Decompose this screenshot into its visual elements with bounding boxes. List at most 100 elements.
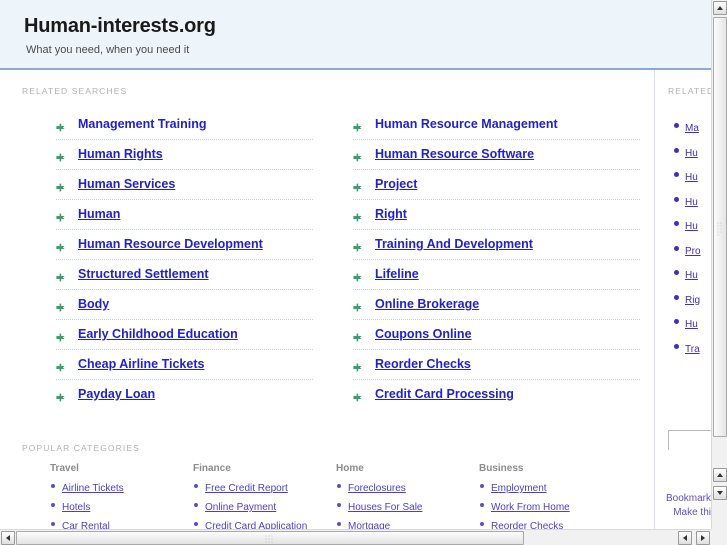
sidebar-list-item[interactable]: Hu (674, 143, 711, 168)
sidebar-list-item[interactable]: Ma (674, 118, 711, 143)
related-search-link[interactable]: Online Brokerage (375, 297, 479, 311)
list-item[interactable]: Free Credit Report (193, 480, 336, 495)
related-search-link[interactable]: Management Training (78, 117, 207, 131)
sidebar-link[interactable]: Pro (685, 246, 701, 257)
popular-category-link[interactable]: Foreclosures (348, 483, 406, 494)
related-search-link[interactable]: Body (78, 297, 109, 311)
related-search-item[interactable]: Structured Settlement (56, 260, 313, 290)
list-item[interactable]: Employment (479, 480, 622, 495)
sidebar-link[interactable]: Hu (685, 172, 698, 183)
related-search-item[interactable]: Human Services (56, 170, 313, 200)
green-arrow-bullet-icon (56, 239, 65, 252)
scrollbar-up-button-2[interactable] (713, 468, 727, 482)
related-search-link[interactable]: Human Resource Development (78, 237, 263, 251)
horizontal-scrollbar[interactable] (0, 529, 727, 545)
related-search-link[interactable]: Early Childhood Education (78, 327, 238, 341)
scrollbar-left-button-2[interactable] (678, 531, 692, 545)
sidebar-link[interactable]: Ma (685, 123, 699, 134)
popular-category-link[interactable]: Mortgage (348, 521, 390, 529)
related-search-item[interactable]: Lifeline (353, 260, 640, 290)
related-search-link[interactable]: Human Rights (78, 147, 163, 161)
sidebar-list-item[interactable]: Rig (674, 290, 711, 315)
related-search-link[interactable]: Coupons Online (375, 327, 472, 341)
related-search-item[interactable]: Human Rights (56, 140, 313, 170)
related-search-link[interactable]: Project (375, 177, 417, 191)
related-search-link[interactable]: Human (78, 207, 120, 221)
related-search-link[interactable]: Human Resource Management (375, 117, 558, 131)
popular-category-link[interactable]: Hotels (62, 502, 90, 513)
list-item[interactable]: Foreclosures (336, 480, 479, 495)
related-search-item[interactable]: Project (353, 170, 640, 200)
related-search-item[interactable]: Training And Development (353, 230, 640, 260)
list-item[interactable]: Car Rental (50, 518, 193, 529)
list-item[interactable]: Houses For Sale (336, 499, 479, 514)
popular-category-link[interactable]: Online Payment (205, 502, 276, 513)
related-search-link[interactable]: Right (375, 207, 407, 221)
list-item[interactable]: Credit Card Application (193, 518, 336, 529)
list-item[interactable]: Mortgage (336, 518, 479, 529)
related-search-item[interactable]: Human (56, 200, 313, 230)
related-search-link[interactable]: Human Resource Software (375, 147, 534, 161)
sidebar-link[interactable]: Hu (685, 197, 698, 208)
related-search-item[interactable]: Early Childhood Education (56, 320, 313, 350)
sidebar-list-item[interactable]: Hu (674, 265, 711, 290)
sidebar-link[interactable]: Rig (685, 295, 700, 306)
related-search-item[interactable]: Human Resource Software (353, 140, 640, 170)
sidebar-link[interactable]: Hu (685, 221, 698, 232)
related-search-item[interactable]: Payday Loan (56, 380, 313, 409)
sidebar-list-item[interactable]: Hu (674, 216, 711, 241)
list-item[interactable]: Online Payment (193, 499, 336, 514)
sidebar-list-item[interactable]: Hu (674, 192, 711, 217)
bookmark-link[interactable]: Bookmark (666, 492, 711, 506)
popular-category-link[interactable]: Work From Home (491, 502, 570, 513)
related-search-item[interactable]: Human Resource Development (56, 230, 313, 260)
related-search-item[interactable]: Human Resource Management (353, 110, 640, 140)
list-item[interactable]: Airline Tickets (50, 480, 193, 495)
related-search-link[interactable]: Human Services (78, 177, 175, 191)
related-search-item[interactable]: Body (56, 290, 313, 320)
sidebar-link[interactable]: Hu (685, 319, 698, 330)
vertical-scrollbar-thumb[interactable] (713, 17, 727, 437)
related-search-link[interactable]: Cheap Airline Tickets (78, 357, 204, 371)
scrollbar-up-button[interactable] (713, 1, 727, 15)
related-search-item[interactable]: Credit Card Processing (353, 380, 640, 409)
sidebar-list-item[interactable]: Hu (674, 314, 711, 339)
popular-category-link[interactable]: Houses For Sale (348, 502, 422, 513)
related-search-link[interactable]: Structured Settlement (78, 267, 209, 281)
sidebar-link[interactable]: Hu (685, 270, 698, 281)
vertical-scrollbar[interactable] (711, 0, 727, 529)
related-search-link[interactable]: Payday Loan (78, 387, 155, 401)
scrollbar-down-button[interactable] (713, 486, 727, 500)
list-item[interactable]: Hotels (50, 499, 193, 514)
list-item[interactable]: Reorder Checks (479, 518, 622, 529)
related-search-link[interactable]: Training And Development (375, 237, 533, 251)
related-search-item[interactable]: Right (353, 200, 640, 230)
sidebar-list-item[interactable]: Hu (674, 167, 711, 192)
sidebar-search-box[interactable] (668, 430, 711, 451)
related-search-item[interactable]: Online Brokerage (353, 290, 640, 320)
make-homepage-link[interactable]: Make thi (666, 506, 711, 520)
sidebar-link[interactable]: Hu (685, 148, 698, 159)
related-search-link[interactable]: Lifeline (375, 267, 419, 281)
related-search-link[interactable]: Credit Card Processing (375, 387, 514, 401)
popular-category-link[interactable]: Car Rental (62, 521, 110, 529)
related-search-item[interactable]: Management Training (56, 110, 313, 140)
green-arrow-bullet-icon (56, 269, 65, 282)
list-item[interactable]: Work From Home (479, 499, 622, 514)
related-search-link[interactable]: Reorder Checks (375, 357, 471, 371)
popular-category-link[interactable]: Airline Tickets (62, 483, 124, 494)
popular-category-link[interactable]: Employment (491, 483, 547, 494)
scrollbar-left-button[interactable] (1, 531, 15, 545)
popular-category-link[interactable]: Free Credit Report (205, 483, 288, 494)
popular-category-link[interactable]: Reorder Checks (491, 521, 563, 529)
sidebar-list-item[interactable]: Tra (674, 339, 711, 364)
horizontal-scrollbar-thumb[interactable] (16, 531, 524, 545)
scrollbar-right-button[interactable] (696, 531, 710, 545)
sidebar-search-input[interactable] (669, 432, 711, 451)
related-search-item[interactable]: Coupons Online (353, 320, 640, 350)
sidebar-list-item[interactable]: Pro (674, 241, 711, 266)
related-search-item[interactable]: Reorder Checks (353, 350, 640, 380)
related-search-item[interactable]: Cheap Airline Tickets (56, 350, 313, 380)
sidebar-link[interactable]: Tra (685, 344, 700, 355)
popular-category-link[interactable]: Credit Card Application (205, 521, 307, 529)
